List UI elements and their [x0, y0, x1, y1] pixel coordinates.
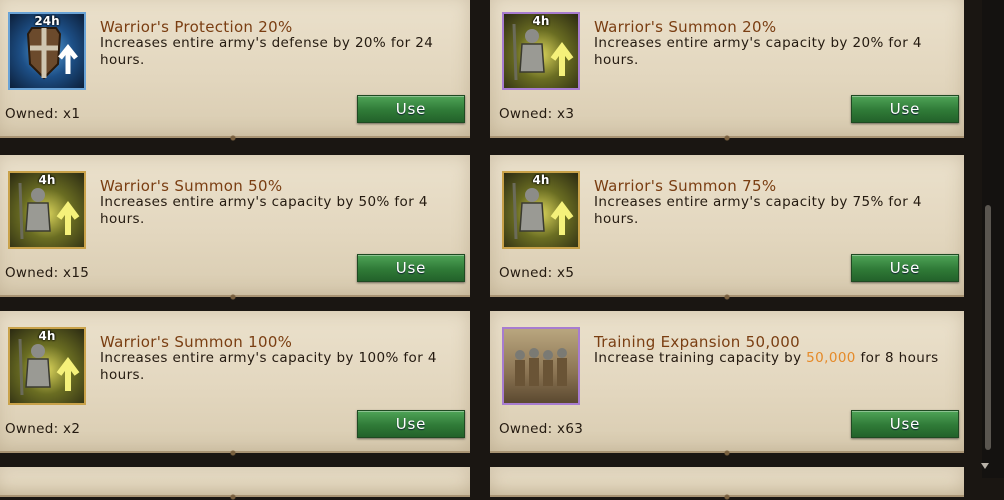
item-description: Increase training capacity by 50,000 for… [594, 350, 954, 367]
owned-count: Owned: x1 [5, 106, 81, 122]
owned-count: Owned: x15 [5, 265, 90, 281]
item-description: Increases entire army's defense by 20% f… [100, 35, 434, 68]
use-button[interactable]: Use [357, 95, 465, 123]
warrior-icon: 4h [8, 171, 86, 249]
item-description: Increases entire army's capacity by 100%… [100, 350, 437, 383]
item-description: Increases entire army's capacity by 50% … [100, 194, 428, 227]
scrollbar-thumb[interactable] [985, 205, 991, 450]
scroll-down-icon[interactable] [981, 463, 989, 469]
item-title: Warrior's Summon 100% [100, 333, 293, 351]
item-card: 4h Warrior's Summon 75% Increases entire… [490, 155, 964, 297]
item-title: Warrior's Protection 20% [100, 18, 293, 36]
item-title: Training Expansion 50,000 [594, 333, 800, 351]
owned-count: Owned: x63 [499, 421, 584, 437]
item-description: Increases entire army's capacity by 75% … [594, 194, 922, 227]
timer-label: 4h [532, 173, 550, 187]
item-card-partial [490, 467, 964, 497]
item-card: 4h Warrior's Summon 20% Increases entire… [490, 0, 964, 138]
item-card: 24h Warrior's Protection 20% Increases e… [0, 0, 470, 138]
shield-icon: 24h [8, 12, 86, 90]
timer-label: 4h [532, 14, 550, 28]
use-button[interactable]: Use [357, 254, 465, 282]
use-button[interactable]: Use [357, 410, 465, 438]
item-title: Warrior's Summon 20% [594, 18, 777, 36]
owned-count: Owned: x5 [499, 265, 575, 281]
item-card: 4h Warrior's Summon 50% Increases entire… [0, 155, 470, 297]
item-card: 4h Warrior's Summon 100% Increases entir… [0, 311, 470, 453]
use-button[interactable]: Use [851, 95, 959, 123]
description-text: Increase training capacity by [594, 350, 807, 366]
item-title: Warrior's Summon 50% [100, 177, 283, 195]
item-card-partial [0, 467, 470, 497]
timer-label: 24h [34, 14, 60, 28]
highlight-value: 50,000 [806, 350, 856, 366]
soldiers-icon [502, 327, 580, 405]
warrior-icon: 4h [8, 327, 86, 405]
use-button[interactable]: Use [851, 254, 959, 282]
owned-count: Owned: x2 [5, 421, 81, 437]
item-title: Warrior's Summon 75% [594, 177, 777, 195]
warrior-icon: 4h [502, 12, 580, 90]
item-grid: 24h Warrior's Protection 20% Increases e… [0, 0, 982, 497]
item-description: Increases entire army's capacity by 20% … [594, 35, 922, 68]
use-button[interactable]: Use [851, 410, 959, 438]
description-text: for 8 hours [855, 350, 939, 366]
item-card: Training Expansion 50,000 Increase train… [490, 311, 964, 453]
warrior-icon: 4h [502, 171, 580, 249]
timer-label: 4h [38, 173, 56, 187]
owned-count: Owned: x3 [499, 106, 575, 122]
timer-label: 4h [38, 329, 56, 343]
